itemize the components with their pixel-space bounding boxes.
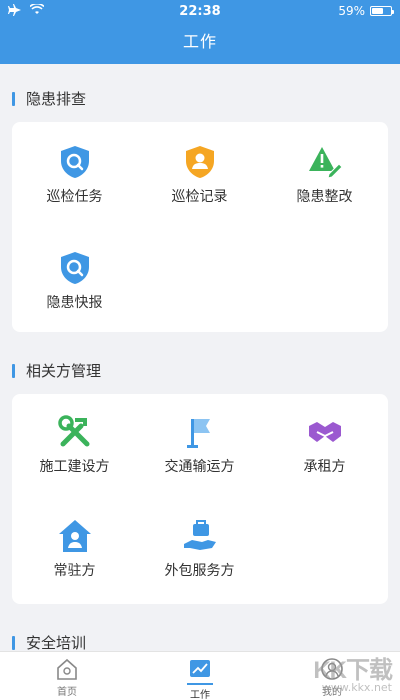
section-marker bbox=[12, 91, 15, 106]
chart-icon bbox=[190, 660, 210, 677]
tile-label: 巡检记录 bbox=[171, 189, 228, 205]
tile-label: 施工建设方 bbox=[39, 459, 110, 475]
battery-icon bbox=[370, 6, 394, 16]
page-title: 工作 bbox=[182, 32, 217, 51]
warning-edit-icon bbox=[308, 147, 343, 179]
status-time: 22:38 bbox=[179, 3, 221, 19]
tile-label: 承租方 bbox=[303, 459, 346, 475]
section-title-parties: 相关方管理 bbox=[12, 360, 101, 381]
active-indicator bbox=[187, 683, 213, 685]
tile-label: 隐患快报 bbox=[46, 295, 103, 311]
app-header: 22:38 59% 工作 bbox=[0, 0, 400, 64]
tile-resident-party[interactable]: 常驻方 bbox=[12, 518, 137, 580]
tile-outsourcing-party[interactable]: 外包服务方 bbox=[137, 518, 262, 580]
tab-home[interactable]: 首页 bbox=[32, 656, 102, 698]
shield-search-icon bbox=[60, 146, 89, 178]
tile-transport-party[interactable]: 交通输运方 bbox=[137, 414, 262, 476]
hand-briefcase-icon bbox=[183, 520, 216, 550]
house-person-icon bbox=[58, 520, 91, 552]
card-hazard: 巡检任务 巡检记录 隐患整改 隐患快报 bbox=[12, 122, 388, 332]
tile-label: 外包服务方 bbox=[164, 563, 235, 579]
tile-tenant-party[interactable]: 承租方 bbox=[262, 414, 387, 476]
section-title-hazard: 隐患排查 bbox=[12, 88, 86, 109]
tile-label: 常驻方 bbox=[53, 563, 96, 579]
tile-hazard-rectify[interactable]: 隐患整改 bbox=[262, 144, 387, 206]
card-parties: 施工建设方 交通输运方 承租方 常驻方 外包服务方 bbox=[12, 394, 388, 604]
tile-label: 交通输运方 bbox=[164, 459, 235, 475]
wrench-hammer-icon bbox=[57, 415, 89, 447]
handshake-icon bbox=[308, 422, 341, 442]
tile-label: 巡检任务 bbox=[46, 189, 103, 205]
section-title-text: 安全培训 bbox=[26, 634, 87, 652]
section-marker bbox=[12, 635, 15, 650]
tile-inspection-task[interactable]: 巡检任务 bbox=[12, 144, 137, 206]
shield-person-icon bbox=[185, 146, 214, 178]
section-title-text: 相关方管理 bbox=[26, 362, 102, 380]
flag-icon bbox=[186, 419, 210, 448]
home-icon bbox=[57, 658, 77, 680]
status-bar: 22:38 59% bbox=[0, 0, 400, 22]
watermark: KK下载 www.kkx.net bbox=[313, 650, 393, 694]
tab-work[interactable]: 工作 bbox=[165, 656, 235, 700]
tab-label: 工作 bbox=[190, 690, 210, 700]
section-title-text: 隐患排查 bbox=[26, 90, 87, 108]
tab-label: 首页 bbox=[57, 687, 77, 698]
tile-inspection-record[interactable]: 巡检记录 bbox=[137, 144, 262, 206]
section-title-training: 安全培训 bbox=[12, 632, 86, 653]
watermark-logo: KK下载 bbox=[313, 657, 393, 684]
shield-search-icon bbox=[60, 252, 89, 284]
section-marker bbox=[12, 363, 15, 378]
tile-hazard-report[interactable]: 隐患快报 bbox=[12, 250, 137, 312]
tile-construction-party[interactable]: 施工建设方 bbox=[12, 414, 137, 476]
tile-label: 隐患整改 bbox=[296, 189, 353, 205]
watermark-url: www.kkx.net bbox=[321, 681, 392, 694]
